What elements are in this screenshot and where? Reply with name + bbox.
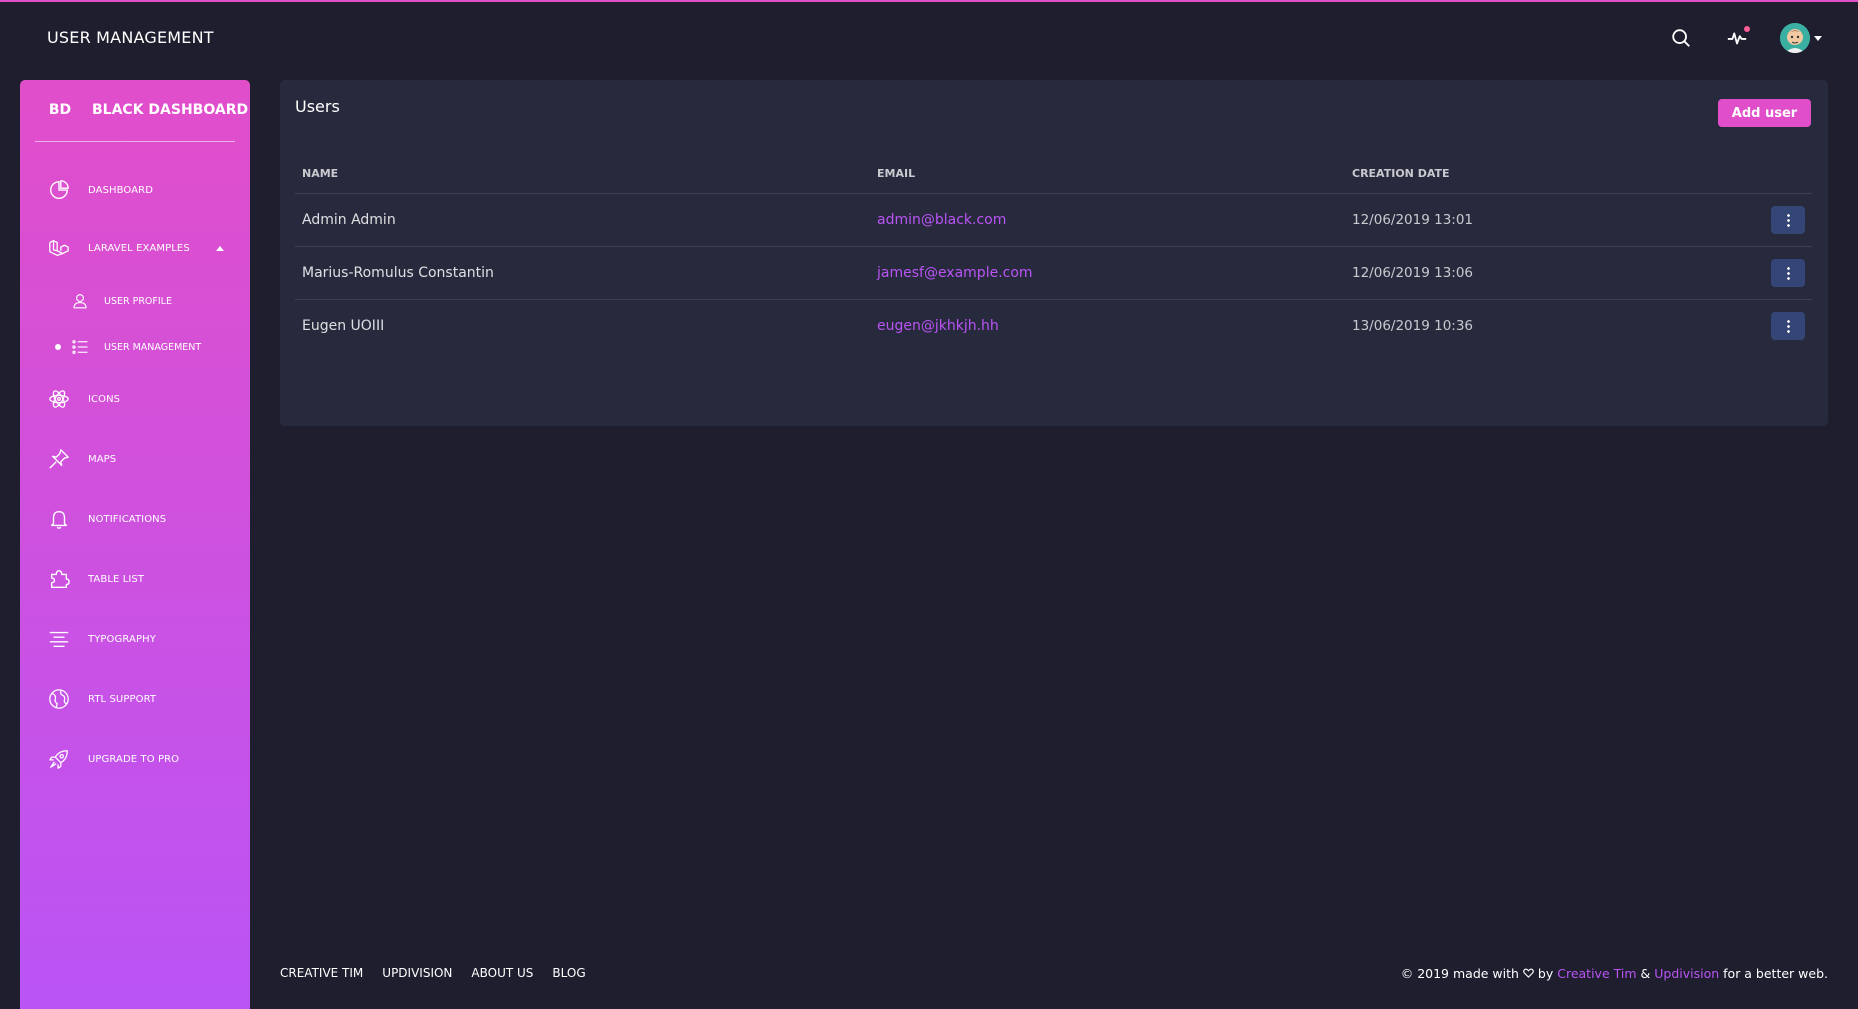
active-indicator bbox=[55, 344, 61, 350]
heart-icon bbox=[1523, 966, 1534, 981]
sidebar-item-label: NOTIFICATIONS bbox=[88, 513, 167, 525]
user-creation-date: 13/06/2019 10:36 bbox=[1352, 317, 1474, 334]
more-vertical-icon bbox=[1786, 265, 1790, 280]
table-row: Admin Admin admin@black.com 12/06/2019 1… bbox=[295, 193, 1812, 247]
sidebar-item-typography[interactable]: TYPOGRAPHY bbox=[20, 617, 250, 661]
sidebar-item-label: UPGRADE TO PRO bbox=[88, 753, 180, 765]
avatar bbox=[1780, 23, 1810, 53]
sidebar-item-dashboard[interactable]: DASHBOARD bbox=[20, 168, 250, 212]
logo-mini: BD bbox=[48, 102, 72, 118]
sidebar-item-upgrade-to-pro[interactable]: UPGRADE TO PRO bbox=[20, 737, 250, 781]
users-table: NAME EMAIL CREATION DATE Admin Admin adm… bbox=[295, 155, 1812, 352]
footer-link-blog[interactable]: BLOG bbox=[552, 966, 585, 980]
sidebar-item-notifications[interactable]: NOTIFICATIONS bbox=[20, 497, 250, 541]
user-email-link[interactable]: admin@black.com bbox=[870, 193, 1345, 247]
align-center-icon bbox=[47, 627, 71, 651]
sidebar-logo[interactable]: BD BLACK DASHBOARD bbox=[48, 102, 248, 118]
footer: CREATIVE TIM UPDIVISION ABOUT US BLOG © … bbox=[280, 966, 1828, 986]
sidebar: BD BLACK DASHBOARD DASHBOARD LARAVEL EXA… bbox=[20, 80, 250, 1009]
sidebar-item-rtl-support[interactable]: RTL SUPPORT bbox=[20, 677, 250, 721]
user-name: Admin Admin bbox=[295, 193, 870, 247]
user-creation-date: 12/06/2019 13:06 bbox=[1345, 246, 1735, 300]
sidebar-item-label: TYPOGRAPHY bbox=[88, 633, 156, 645]
page-title[interactable]: USER MANAGEMENT bbox=[47, 28, 214, 47]
card-title: Users bbox=[295, 97, 340, 116]
sidebar-item-label: RTL SUPPORT bbox=[88, 693, 157, 705]
table-row: Marius-Romulus Constantin jamesf@example… bbox=[295, 246, 1812, 300]
more-vertical-icon bbox=[1786, 212, 1790, 227]
more-vertical-button[interactable] bbox=[1771, 311, 1805, 340]
sidebar-item-label: DASHBOARD bbox=[88, 184, 154, 196]
logo-text: BLACK DASHBOARD bbox=[92, 102, 249, 118]
chart-pie-icon bbox=[47, 178, 71, 202]
activity-icon[interactable] bbox=[1724, 25, 1750, 51]
more-vertical-icon bbox=[1786, 318, 1790, 333]
sidebar-item-label: USER MANAGEMENT bbox=[104, 341, 202, 353]
navbar-actions bbox=[1668, 20, 1822, 56]
sidebar-item-label: MAPS bbox=[88, 453, 117, 465]
sidebar-item-maps[interactable]: MAPS bbox=[20, 437, 250, 481]
sidebar-item-label: ICONS bbox=[88, 393, 121, 405]
user-name: Eugen UOIII bbox=[302, 317, 385, 334]
notification-dot bbox=[1744, 26, 1750, 32]
copyright-prefix: © 2019 made with bbox=[1400, 966, 1519, 981]
sidebar-item-table-list[interactable]: TABLE LIST bbox=[20, 557, 250, 601]
table-row: Eugen UOIII eugen@jkhkjh.hh 13/06/2019 1… bbox=[295, 299, 1812, 352]
sidebar-item-laravel-examples[interactable]: LARAVEL EXAMPLES bbox=[20, 226, 250, 270]
spaceship-icon bbox=[47, 747, 71, 771]
column-header-email: EMAIL bbox=[870, 155, 1345, 194]
user-email-link[interactable]: jamesf@example.com bbox=[870, 246, 1345, 300]
sidebar-item-label: USER PROFILE bbox=[104, 295, 172, 307]
copyright-suffix: for a better web. bbox=[1723, 966, 1828, 981]
row-actions bbox=[1735, 193, 1812, 247]
bell-icon bbox=[47, 507, 71, 531]
column-header-creation-date: CREATION DATE bbox=[1345, 155, 1735, 194]
ampersand: & bbox=[1640, 966, 1651, 981]
footer-link-updivision[interactable]: UPDIVISION bbox=[382, 966, 452, 980]
footer-link-about-us[interactable]: ABOUT US bbox=[471, 966, 533, 980]
row-actions bbox=[1735, 246, 1812, 300]
user-email-link[interactable]: eugen@jkhkjh.hh bbox=[870, 299, 1345, 352]
copyright: © 2019 made with by Creative Tim & Updiv… bbox=[1401, 966, 1828, 981]
user-creation-date: 12/06/2019 13:01 bbox=[1345, 193, 1735, 247]
pin-icon bbox=[47, 447, 71, 471]
updivision-link[interactable]: Updivision bbox=[1654, 966, 1719, 981]
more-vertical-button[interactable] bbox=[1771, 205, 1805, 234]
bullet-list-icon bbox=[70, 337, 90, 357]
world-icon bbox=[47, 687, 71, 711]
copyright-by: by bbox=[1537, 966, 1554, 981]
chevron-down-icon bbox=[1814, 35, 1822, 41]
sidebar-item-user-management[interactable]: USER MANAGEMENT bbox=[20, 329, 250, 365]
footer-link-creative-tim[interactable]: CREATIVE TIM bbox=[280, 966, 363, 980]
atom-icon bbox=[47, 387, 71, 411]
user-dropdown[interactable] bbox=[1780, 23, 1822, 53]
column-header-name: NAME bbox=[295, 155, 870, 194]
puzzle-icon bbox=[47, 567, 71, 591]
footer-links: CREATIVE TIM UPDIVISION ABOUT US BLOG bbox=[280, 966, 586, 980]
search-icon[interactable] bbox=[1668, 25, 1694, 51]
sidebar-item-user-profile[interactable]: USER PROFILE bbox=[20, 283, 250, 319]
sidebar-item-label: TABLE LIST bbox=[88, 573, 145, 585]
users-card: Users Add user NAME EMAIL CREATION DATE … bbox=[280, 80, 1828, 426]
laravel-icon bbox=[47, 236, 71, 260]
add-user-button[interactable]: Add user bbox=[1718, 99, 1811, 127]
user-name: Marius-Romulus Constantin bbox=[295, 246, 870, 300]
sidebar-item-label: LARAVEL EXAMPLES bbox=[88, 242, 190, 254]
row-actions bbox=[1735, 299, 1812, 352]
sidebar-item-icons[interactable]: ICONS bbox=[20, 377, 250, 421]
user-icon bbox=[70, 291, 90, 311]
top-navbar: USER MANAGEMENT bbox=[0, 2, 1858, 74]
creative-tim-link[interactable]: Creative Tim bbox=[1557, 966, 1636, 981]
column-header-actions bbox=[1735, 155, 1812, 194]
more-vertical-button[interactable] bbox=[1771, 258, 1805, 287]
table-header-row: NAME EMAIL CREATION DATE bbox=[295, 155, 1812, 194]
chevron-up-icon bbox=[216, 245, 224, 251]
divider bbox=[35, 141, 235, 142]
